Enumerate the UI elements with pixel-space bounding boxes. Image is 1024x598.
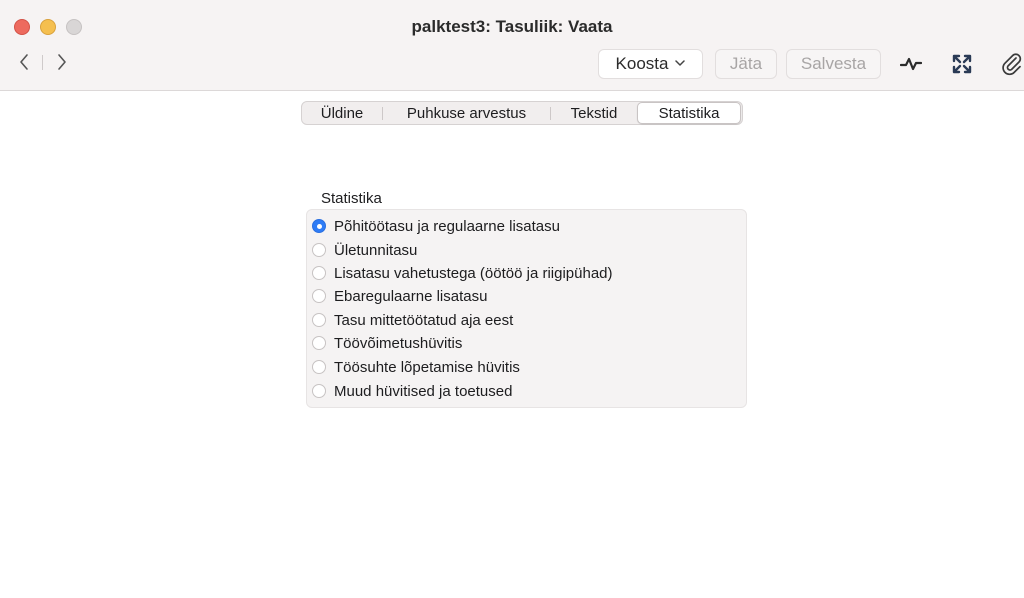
jata-button[interactable]: Jäta (715, 49, 777, 79)
radio-option-lisatasu-vahetustega[interactable]: Lisatasu vahetustega (öötöö ja riigipüha… (312, 263, 613, 283)
activity-icon (900, 57, 922, 71)
radio-button[interactable] (312, 266, 326, 280)
title-bar: palktest3: Tasuliik: Vaata Koosta Jäta S… (0, 0, 1024, 91)
expand-arrows-icon (952, 54, 972, 74)
radio-label: Ebaregulaarne lisatasu (334, 287, 488, 305)
tab-statistika[interactable]: Statistika (637, 102, 741, 124)
radio-label: Muud hüvitised ja toetused (334, 382, 513, 400)
radio-option-muud-huvitised[interactable]: Muud hüvitised ja toetused (312, 381, 512, 401)
forward-button[interactable] (52, 50, 72, 74)
chevron-left-icon (20, 54, 28, 70)
app-window: palktest3: Tasuliik: Vaata Koosta Jäta S… (0, 0, 1024, 598)
statistika-group-label: Statistika (321, 190, 382, 207)
radio-option-mittetootatud[interactable]: Tasu mittetöötatud aja eest (312, 310, 513, 330)
statistika-group-box (306, 209, 747, 408)
radio-label: Töösuhte lõpetamise hüvitis (334, 358, 520, 376)
tab-uldine[interactable]: Üldine (302, 102, 382, 124)
radio-option-uletunnitasu[interactable]: Ületunnitasu (312, 240, 417, 260)
radio-button[interactable] (312, 360, 326, 374)
radio-button[interactable] (312, 243, 326, 257)
attachment-button[interactable] (998, 50, 1024, 78)
koosta-dropdown-button[interactable]: Koosta (598, 49, 703, 79)
koosta-label: Koosta (615, 54, 669, 73)
radio-option-pohitootasu[interactable]: Põhitöötasu ja regulaarne lisatasu (312, 216, 560, 236)
tab-bar: Üldine Puhkuse arvestus Tekstid Statisti… (301, 101, 743, 125)
radio-button-checked[interactable] (312, 219, 326, 233)
radio-button[interactable] (312, 313, 326, 327)
radio-label: Lisatasu vahetustega (öötöö ja riigipüha… (334, 264, 613, 282)
back-button[interactable] (14, 50, 34, 74)
radio-button[interactable] (312, 289, 326, 303)
nav-separator (42, 55, 43, 70)
radio-button[interactable] (312, 384, 326, 398)
chevron-right-icon (58, 54, 66, 70)
tab-puhkuse-arvestus[interactable]: Puhkuse arvestus (383, 102, 550, 124)
radio-option-ebaregulaarne[interactable]: Ebaregulaarne lisatasu (312, 286, 487, 306)
radio-label: Tasu mittetöötatud aja eest (334, 311, 514, 329)
radio-button[interactable] (312, 336, 326, 350)
radio-label: Ületunnitasu (334, 241, 418, 259)
chevron-down-icon (675, 58, 686, 70)
paperclip-icon (1002, 53, 1022, 76)
radio-label: Töövõimetushüvitis (334, 334, 463, 352)
expand-button[interactable] (948, 50, 976, 78)
window-title: palktest3: Tasuliik: Vaata (411, 17, 613, 36)
radio-label: Põhitöötasu ja regulaarne lisatasu (334, 217, 560, 235)
radio-option-toosuhte-lopetamine[interactable]: Töösuhte lõpetamise hüvitis (312, 357, 520, 377)
radio-option-toovoimetus[interactable]: Töövõimetushüvitis (312, 333, 462, 353)
salvesta-button[interactable]: Salvesta (786, 49, 881, 79)
tab-tekstid[interactable]: Tekstid (551, 102, 637, 124)
activity-button[interactable] (897, 50, 925, 78)
